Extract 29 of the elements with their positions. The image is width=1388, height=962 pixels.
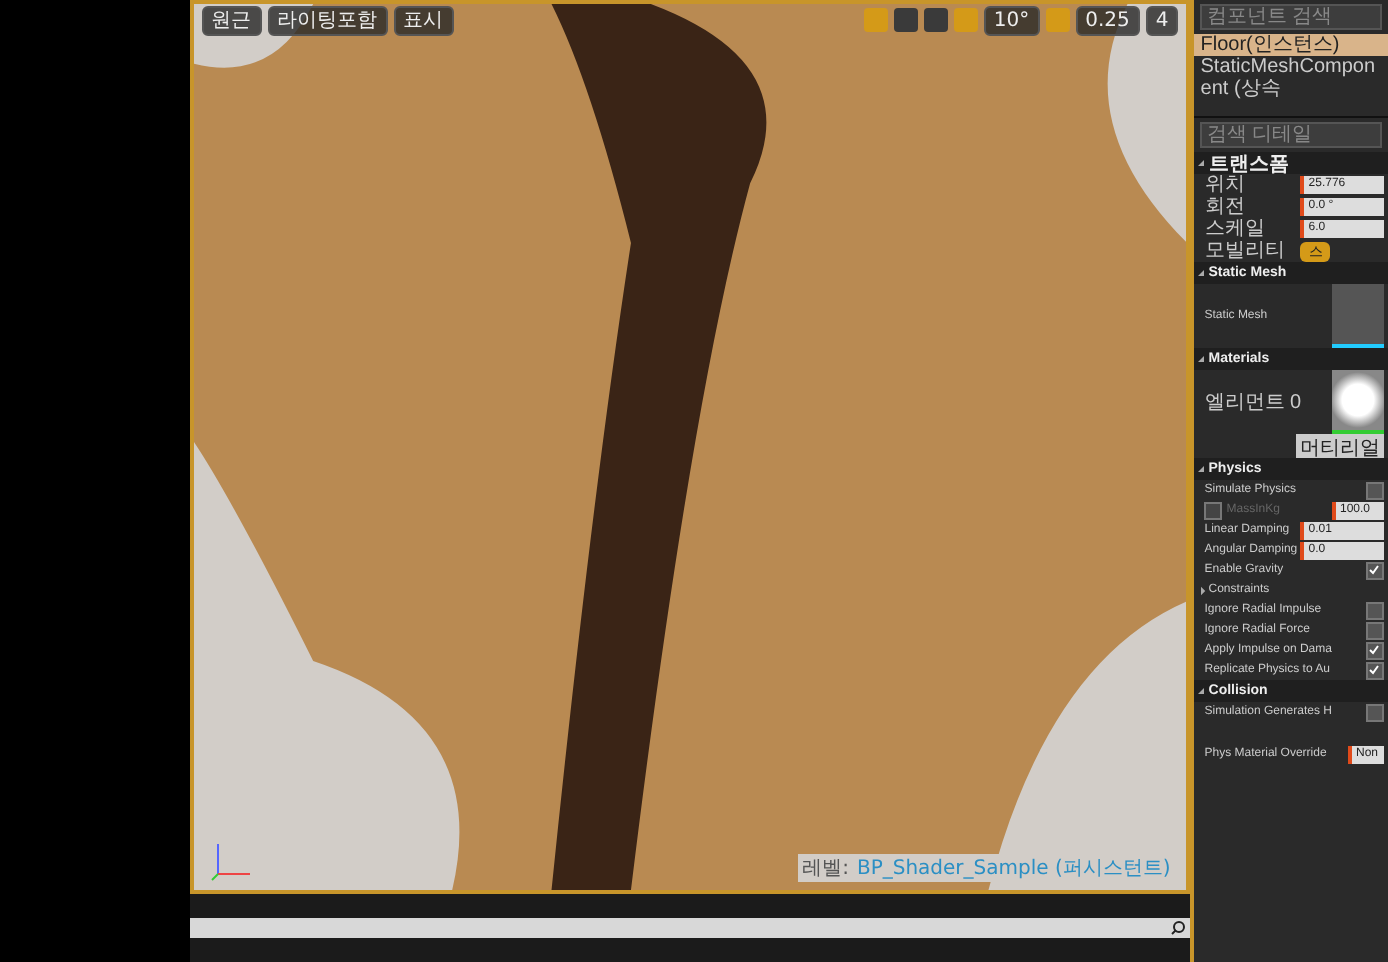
material-button[interactable]: 머티리얼 (1295, 434, 1384, 458)
viewport-button[interactable]: 표시 (393, 5, 454, 35)
expand-arrow-icon[interactable] (1197, 585, 1206, 595)
section-header[interactable]: 트랜스폼 (1194, 152, 1388, 174)
property-label: 회전 (1204, 196, 1247, 218)
property-label: 모빌리티 (1204, 240, 1287, 262)
property-label: 엘리먼트 0 (1204, 391, 1302, 413)
checkbox[interactable] (1365, 621, 1384, 639)
viewport-button[interactable]: 라이팅포함 (267, 5, 388, 35)
rotation-snap-button[interactable]: 10° (983, 5, 1040, 35)
scale-snap-button[interactable]: 0.25 (1075, 5, 1140, 35)
search-field[interactable] (189, 918, 1191, 938)
checkbox[interactable] (1365, 703, 1384, 721)
asset-thumbnail[interactable] (1331, 370, 1384, 434)
property-label: 위치 (1204, 174, 1247, 196)
checkbox[interactable] (1365, 481, 1384, 499)
checkbox[interactable] (1365, 601, 1384, 619)
checkbox[interactable] (1365, 641, 1384, 659)
viewport[interactable]: 원근 라이팅포함 표시 10° 0.25 4 레벨: BP_Shader_Sample (퍼시스턴트) (189, 0, 1191, 894)
property-label: 스케일 (1204, 218, 1267, 240)
level-label: 레벨: (802, 856, 849, 882)
component-item[interactable]: StaticMeshComponent (상속 (1194, 56, 1388, 100)
checkbox[interactable] (1365, 561, 1384, 579)
checkbox[interactable] (1365, 661, 1384, 679)
component-item[interactable]: Floor(인스턴스) (1194, 34, 1388, 56)
camera-speed-button[interactable]: 4 (1145, 5, 1179, 35)
level-name: BP_Shader_Sample (퍼시스턴트) (856, 856, 1171, 882)
asset-thumbnail[interactable] (1331, 284, 1384, 348)
viewport-button[interactable]: 원근 (201, 5, 262, 35)
